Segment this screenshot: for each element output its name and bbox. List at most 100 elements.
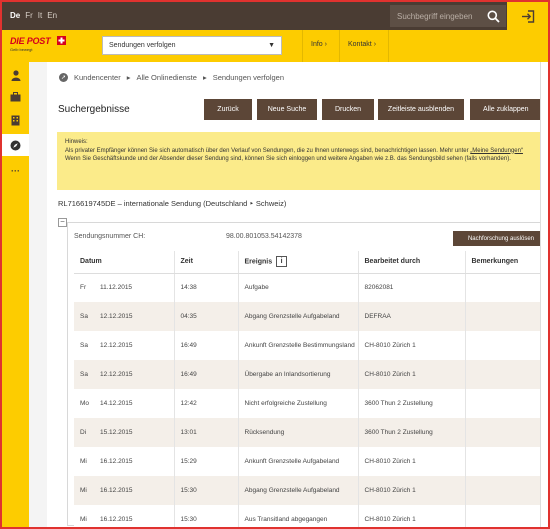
date-cell: Mi 16.12.2015 <box>74 476 175 505</box>
service-select-value: Sendungen verfolgen <box>109 42 176 49</box>
scrollbar[interactable] <box>540 62 548 527</box>
person-icon[interactable] <box>2 64 29 86</box>
date-cell: Mi 16.12.2015 <box>74 505 175 527</box>
hide-timeline-button[interactable]: Zeitleiste ausblenden <box>378 99 464 120</box>
processed-by-cell: 3600 Thun 2 Zustellung <box>358 418 466 447</box>
weekday: Sa <box>80 371 88 378</box>
top-bar: De Fr It En Suchbegriff eingeben <box>2 2 548 30</box>
event-cell: Rücksendung <box>238 418 359 447</box>
event-cell: Ankunft Grenzstelle Bestimmungsland <box>238 331 359 360</box>
hint-box: Hinweis: Als privater Empfänger können S… <box>57 132 548 190</box>
time-cell: 16:49 <box>174 331 239 360</box>
remarks-cell <box>465 389 548 418</box>
post-logo[interactable]: DIE POST Gelb bewegt <box>10 36 66 52</box>
remarks-cell <box>465 447 548 476</box>
event-cell: Ankunft Grenzstelle Aufgabeland <box>238 447 359 476</box>
date: 12.12.2015 <box>100 313 133 320</box>
table-row: Mi 16.12.2015 15:29 Ankunft Grenzstelle Auf… <box>74 447 548 476</box>
nav-info[interactable]: Info › <box>302 30 339 62</box>
lang-it[interactable]: It <box>38 11 42 20</box>
print-button[interactable]: Drucken <box>322 99 374 120</box>
date-cell: Mi 16.12.2015 <box>74 447 175 476</box>
table-row: Mi 16.12.2015 15:30 Abgang Grenzstelle Aufg… <box>74 476 548 505</box>
date: 14.12.2015 <box>100 400 133 407</box>
nav-kontakt[interactable]: Kontakt › <box>339 30 389 62</box>
hint-text-2: Wenn Sie Geschäftskunde und der Absender… <box>65 156 511 162</box>
date: 15.12.2015 <box>100 429 133 436</box>
remarks-cell <box>465 476 548 505</box>
hint-text-1: Als privater Empfänger können Sie sich a… <box>65 147 471 154</box>
remarks-cell <box>465 302 548 331</box>
processed-by-cell: 3600 Thun 2 Zustellung <box>358 389 466 418</box>
swiss-cross-icon <box>57 36 66 45</box>
shipment-number-value: 98.00.801053.54142378 <box>226 233 302 240</box>
nav-info-label: Info <box>311 41 323 48</box>
new-search-button[interactable]: Neue Suche <box>257 99 317 120</box>
weekday: Sa <box>80 313 88 320</box>
time-cell: 15:30 <box>174 476 239 505</box>
table-row: Mo 14.12.2015 12:42 Nicht erfolgreiche Zust… <box>74 389 548 418</box>
weekday: Mo <box>80 400 90 407</box>
breadcrumb-separator-icon: ▸ <box>202 73 207 82</box>
event-cell: Übergabe an Inlandsortierung <box>238 360 359 389</box>
collapse-all-button[interactable]: Alle zuklappen <box>470 99 548 120</box>
col-header-event-label: Ereignis <box>244 258 273 266</box>
date: 16.12.2015 <box>100 458 133 465</box>
content-panel: ➚ Kundencenter ▸ Alle Onlinedienste ▸ Se… <box>47 62 548 527</box>
building-icon[interactable] <box>2 109 29 131</box>
time-cell: 15:30 <box>174 505 239 527</box>
table-row: Fr 11.12.2015 14:38 Aufgabe 82062081 <box>74 273 548 302</box>
table-row: Sa 12.12.2015 16:49 Ankunft Grenzstelle Bes… <box>74 331 548 360</box>
lang-en[interactable]: En <box>47 11 57 20</box>
date: 16.12.2015 <box>100 487 133 494</box>
header: DIE POST Gelb bewegt Sendungen verfolgen… <box>2 30 548 62</box>
breadcrumb-item[interactable]: Kundencenter <box>74 73 121 82</box>
shipment-number-label: Sendungsnummer CH: <box>74 233 146 240</box>
lang-de[interactable]: De <box>10 11 20 20</box>
nav-kontakt-label: Kontakt <box>348 41 372 48</box>
remarks-cell <box>465 331 548 360</box>
table-row: Sa 12.12.2015 04:35 Abgang Grenzstelle Aufg… <box>74 302 548 331</box>
event-cell: Aufgabe <box>238 273 359 302</box>
breadcrumb-item[interactable]: Sendungen verfolgen <box>213 73 284 82</box>
chevron-down-icon: ▼ <box>268 42 275 49</box>
col-header-remarks: Bemerkungen <box>465 251 548 274</box>
more-icon[interactable]: ··· <box>2 160 29 182</box>
col-header-date: Datum <box>74 251 175 274</box>
time-cell: 04:35 <box>174 302 239 331</box>
breadcrumb-separator-icon: ▸ <box>126 73 131 82</box>
language-switcher: De Fr It En <box>10 11 57 20</box>
date: 11.12.2015 <box>100 284 133 292</box>
date-cell: Di 15.12.2015 <box>74 418 175 447</box>
date-cell: Sa 12.12.2015 <box>74 331 175 360</box>
browser-frame: De Fr It En Suchbegriff eingeben DIE POS… <box>0 0 550 529</box>
collapse-toggle-icon[interactable]: − <box>58 218 67 227</box>
hint-text: Als privater Empfänger können Sie sich a… <box>65 147 540 156</box>
meine-sendungen-link[interactable]: „Meine Sendungen“ <box>470 148 523 154</box>
table-row: Sa 12.12.2015 16:49 Übergabe an Inlandsorti… <box>74 360 548 389</box>
sidebar: ··· <box>2 62 29 527</box>
lang-fr[interactable]: Fr <box>25 11 33 20</box>
date-cell: Mo 14.12.2015 <box>74 389 175 418</box>
col-header-event: Ereignis i <box>238 251 359 274</box>
search-icon[interactable] <box>480 5 506 27</box>
weekday: Mi <box>80 516 87 523</box>
login-icon[interactable] <box>507 2 548 30</box>
briefcase-icon[interactable] <box>2 86 29 108</box>
date-cell: Fr 11.12.2015 <box>74 273 175 302</box>
time-cell: 16:49 <box>174 360 239 389</box>
processed-by-cell: CH-8010 Zürich 1 <box>358 331 466 360</box>
shipment-title: RL716619745DE – internationale Sendung (… <box>58 199 287 208</box>
compass-icon[interactable] <box>2 134 29 156</box>
remarks-cell <box>465 360 548 389</box>
table-row: Di 15.12.2015 13:01 Rücksendung 3600 Thun 2 … <box>74 418 548 447</box>
inquiry-button[interactable]: Nachforschung auslösen <box>453 231 548 246</box>
service-select[interactable]: Sendungen verfolgen ▼ <box>102 36 282 55</box>
breadcrumb-item[interactable]: Alle Onlinedienste <box>136 73 196 82</box>
back-button[interactable]: Zurück <box>204 99 252 120</box>
processed-by-cell: CH-8010 Zürich 1 <box>358 447 466 476</box>
info-icon[interactable]: i <box>276 256 288 268</box>
date-cell: Sa 12.12.2015 <box>74 360 175 389</box>
processed-by-cell: CH-8010 Zürich 1 <box>358 360 466 389</box>
logo-text: DIE POST <box>10 36 51 46</box>
